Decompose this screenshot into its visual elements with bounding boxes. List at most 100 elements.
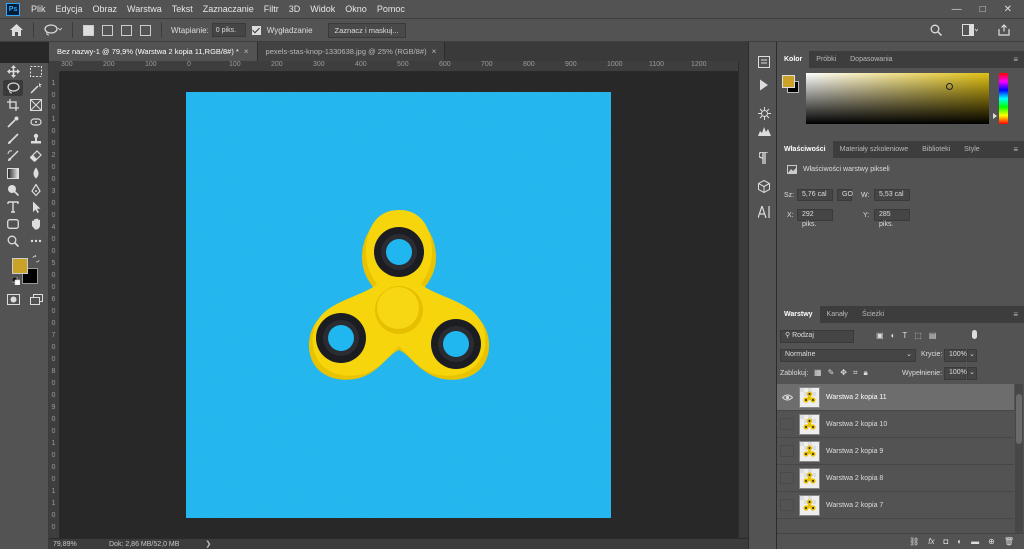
blend-mode-dropdown[interactable]: Normalne ⌄: [780, 349, 916, 362]
eraser-icon[interactable]: [26, 148, 46, 164]
type-filter-icon[interactable]: T: [902, 331, 907, 340]
quick-mask-icon[interactable]: [3, 291, 23, 307]
shape-filter-icon[interactable]: ⬚: [914, 331, 922, 340]
menu-layer[interactable]: Warstwa: [122, 4, 167, 14]
close-tab-icon[interactable]: ×: [244, 47, 249, 56]
menu-filter[interactable]: Filtr: [259, 4, 284, 14]
default-colors-icon[interactable]: [11, 276, 21, 286]
lock-transparent-icon[interactable]: ▦: [814, 368, 822, 378]
y-field[interactable]: 285 piks.: [874, 209, 910, 228]
color-picker-cursor[interactable]: [946, 83, 953, 90]
3d-panel-icon[interactable]: [756, 178, 772, 194]
add-to-selection-icon[interactable]: [102, 24, 113, 36]
workspace-icon[interactable]: [962, 24, 978, 36]
new-group-icon[interactable]: ▬: [971, 537, 979, 546]
link-dimensions-icon[interactable]: GO: [837, 189, 853, 201]
pen-tool-icon[interactable]: [26, 182, 46, 198]
eyedropper-icon[interactable]: [3, 114, 23, 130]
home-icon[interactable]: [10, 24, 23, 36]
color-picker-field[interactable]: [806, 73, 989, 124]
link-layers-icon[interactable]: ⛓: [909, 537, 919, 546]
menu-help[interactable]: Pomoc: [372, 4, 410, 14]
scrollbar-thumb[interactable]: [1016, 394, 1022, 444]
new-adjustment-layer-icon[interactable]: ◐: [957, 537, 962, 546]
brush-tool-icon[interactable]: [3, 131, 23, 147]
fill-field[interactable]: 100%: [944, 367, 967, 380]
history-brush-icon[interactable]: [3, 148, 23, 164]
rectangle-tool-icon[interactable]: [3, 216, 23, 232]
add-mask-icon[interactable]: ◘: [943, 537, 948, 546]
new-layer-icon[interactable]: ⊕: [988, 537, 995, 546]
layer-style-icon[interactable]: fx: [928, 537, 934, 546]
menu-file[interactable]: Plik: [26, 4, 51, 14]
panel-fg-swatch[interactable]: [782, 75, 795, 88]
pixel-filter-icon[interactable]: ▣: [876, 331, 884, 340]
tab-document-2[interactable]: pexels-stas-knop-1330638.jpg @ 25% (RGB/…: [257, 42, 446, 61]
tab-styles[interactable]: Style: [957, 141, 987, 158]
visibility-toggle[interactable]: [780, 445, 794, 457]
more-tools-icon[interactable]: [26, 233, 46, 249]
tab-learn[interactable]: Materiały szkoleniowe: [833, 141, 915, 158]
hue-slider-handle[interactable]: [993, 113, 997, 119]
layer-row[interactable]: Warstwa 2 kopia 10: [777, 411, 1014, 438]
menu-edit[interactable]: Edycja: [51, 4, 88, 14]
subtract-from-selection-icon[interactable]: [121, 24, 132, 36]
actions-panel-icon[interactable]: [756, 77, 772, 93]
visibility-toggle[interactable]: [780, 418, 794, 430]
frame-tool-icon[interactable]: [26, 97, 46, 113]
hue-slider[interactable]: [999, 73, 1008, 124]
screen-mode-icon[interactable]: [26, 291, 46, 307]
menu-window[interactable]: Okno: [340, 4, 372, 14]
x-field[interactable]: 292 piks.: [797, 209, 833, 228]
close-tab-icon[interactable]: ×: [432, 47, 437, 56]
menu-select[interactable]: Zaznaczanie: [198, 4, 259, 14]
swap-colors-icon[interactable]: [32, 254, 40, 263]
tab-paths[interactable]: Ścieżki: [855, 306, 891, 323]
history-panel-icon[interactable]: [756, 54, 772, 70]
select-and-mask-button[interactable]: Zaznacz i maskuj...: [327, 22, 406, 38]
adjustments-panel-icon[interactable]: [756, 105, 772, 121]
path-selection-icon[interactable]: [26, 199, 46, 215]
tab-color[interactable]: Kolor: [777, 51, 810, 68]
move-tool-icon[interactable]: [3, 63, 23, 79]
close-window-button[interactable]: ✕: [1004, 4, 1012, 15]
panel-menu-icon[interactable]: ≡: [1013, 55, 1024, 64]
layer-row[interactable]: Warstwa 2 kopia 9: [777, 438, 1014, 465]
character-panel-icon[interactable]: [756, 204, 772, 220]
lasso-tool-preset-icon[interactable]: [44, 24, 62, 36]
maximize-button[interactable]: □: [980, 4, 986, 15]
delete-layer-icon[interactable]: 🗑: [1004, 537, 1014, 546]
menu-view[interactable]: Widok: [305, 4, 340, 14]
menu-image[interactable]: Obraz: [88, 4, 123, 14]
status-menu-arrow-icon[interactable]: ❯: [205, 540, 211, 548]
marquee-tool-icon[interactable]: [26, 63, 46, 79]
height-field[interactable]: 5,53 cal: [874, 189, 910, 201]
tab-document-1[interactable]: Bez nazwy-1 @ 79,9% (Warstwa 2 kopia 11,…: [49, 42, 258, 61]
panel-menu-icon[interactable]: ≡: [1013, 310, 1024, 319]
tab-adjustments[interactable]: Dopasowania: [843, 51, 899, 68]
eye-icon[interactable]: [780, 391, 794, 403]
lock-position-icon[interactable]: ✥: [840, 368, 847, 378]
share-icon[interactable]: [998, 24, 1010, 36]
adjustment-filter-icon[interactable]: ◐: [891, 331, 896, 340]
tab-layers[interactable]: Warstwy: [777, 306, 820, 323]
menu-type[interactable]: Tekst: [167, 4, 198, 14]
minimize-button[interactable]: —: [952, 4, 962, 15]
width-field[interactable]: 5,76 cal: [797, 189, 833, 201]
tab-properties[interactable]: Właściwości: [777, 141, 833, 158]
blur-tool-icon[interactable]: [26, 165, 46, 181]
visibility-toggle[interactable]: [780, 472, 794, 484]
spot-healing-icon[interactable]: [26, 114, 46, 130]
new-selection-icon[interactable]: [83, 24, 94, 36]
lasso-tool-icon[interactable]: [3, 80, 23, 96]
foreground-color-swatch[interactable]: [12, 258, 28, 274]
canvas-vertical-scrollbar[interactable]: [738, 61, 748, 538]
zoom-level[interactable]: 79,89%: [53, 541, 105, 548]
hand-tool-icon[interactable]: [26, 216, 46, 232]
layer-row[interactable]: Warstwa 2 kopia 11: [777, 384, 1014, 411]
opacity-chevron-icon[interactable]: ⌄: [967, 349, 977, 362]
lock-artboard-icon[interactable]: ⌗: [853, 368, 858, 378]
intersect-selection-icon[interactable]: [140, 24, 151, 36]
visibility-toggle[interactable]: [780, 499, 794, 511]
menu-3d[interactable]: 3D: [284, 4, 306, 14]
